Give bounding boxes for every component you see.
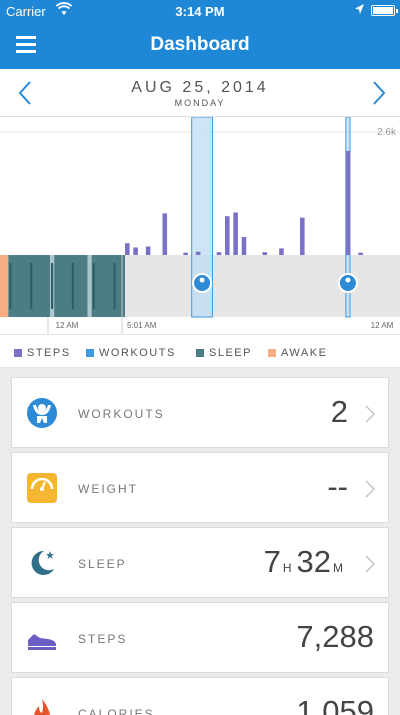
steps-bar-8 [233, 212, 238, 255]
sleep-segment-4 [87, 255, 92, 317]
location-arrow-icon [354, 3, 365, 18]
deep-sleep-stripe-12 [51, 263, 54, 309]
deep-sleep-stripe-7 [30, 263, 33, 309]
steps-bar-6 [216, 252, 222, 255]
weight-value: -- [327, 469, 348, 504]
weight-card[interactable]: WEIGHT -- [11, 452, 389, 523]
sleep-segment-3 [54, 255, 88, 317]
sleep-segment-5 [91, 255, 125, 317]
sleep-hours-unit: H [282, 561, 293, 575]
workouts-value: 2 [330, 394, 348, 429]
workout-marker-icon-1 [337, 273, 358, 293]
steps-bar-1 [133, 247, 138, 255]
x-tick-label-0: 12 AM [56, 321, 79, 330]
sleep-segment-1 [8, 255, 51, 317]
deep-sleep-stripe-17 [71, 263, 74, 309]
steps-bar-14 [358, 252, 363, 255]
y-max-label: 2.6k [377, 127, 397, 138]
sneaker-icon [28, 634, 56, 650]
workout-marker-head-1 [345, 277, 351, 283]
legend-awake: AWAKE [268, 347, 327, 359]
weight-scale-icon [27, 473, 57, 503]
steps-bar-7 [225, 216, 230, 255]
steps-card[interactable]: STEPS 7,288 [11, 602, 389, 673]
date-label: AUG 25, 2014 [131, 79, 269, 96]
battery-icon [371, 5, 398, 16]
steps-bar-2 [145, 246, 151, 255]
steps-bar-12 [300, 217, 305, 255]
top-bar: Carrier 3:14 PM Dashboard [0, 0, 400, 69]
sleep-minutes: 32 [296, 544, 331, 579]
steps-bar-3 [162, 213, 168, 255]
deep-sleep-stripe-2 [9, 263, 12, 309]
steps-bar-11 [279, 248, 284, 255]
chevron-right-icon [365, 555, 376, 573]
weight-label: WEIGHT [78, 482, 138, 496]
sleep-segment-0 [0, 255, 9, 317]
steps-bar-4 [183, 252, 188, 255]
sleep-label: SLEEP [78, 557, 127, 571]
sleep-value: 7 H 32 M [264, 544, 348, 580]
steps-bar-13 [345, 150, 351, 255]
steps-value: 7,288 [296, 619, 374, 654]
chart-legend: STEPS WORKOUTS SLEEP AWAKE [0, 334, 400, 368]
calories-value: 1,059 [296, 694, 374, 715]
legend-sleep: SLEEP [196, 347, 252, 359]
deep-sleep-stripe-22 [92, 263, 95, 309]
steps-label: STEPS [78, 632, 128, 646]
page-title: Dashboard [150, 34, 250, 55]
chevron-right-icon [365, 405, 376, 423]
sleep-hours: 7 [263, 544, 281, 579]
workout-marker-icon-0 [192, 273, 213, 293]
x-tick-label-1: 5:01 AM [127, 321, 157, 330]
steps-bar-5 [195, 251, 201, 255]
weekday-label: MONDAY [174, 98, 226, 108]
deep-sleep-stripe-27 [113, 263, 116, 309]
sleep-card[interactable]: SLEEP 7 H 32 M [11, 527, 389, 598]
steps-bar-9 [241, 237, 247, 255]
steps-bar-0 [125, 243, 130, 255]
steps-bar-10 [262, 252, 268, 255]
activity-chart[interactable]: 2.6k 12 AM 5:01 AM 12 AM [0, 117, 400, 334]
x-tick-label-2: 12 AM [371, 321, 394, 330]
workout-marker-head-0 [199, 277, 205, 283]
flame-icon [34, 699, 50, 715]
sleep-minutes-unit: M [333, 561, 344, 575]
status-time: 3:14 PM [175, 4, 225, 19]
moon-star-icon [31, 550, 54, 575]
workout-person-icon [27, 398, 57, 428]
legend-steps: STEPS [14, 347, 71, 359]
workouts-label: WORKOUTS [78, 407, 165, 421]
calories-card[interactable]: CALORIES 1,059 [11, 677, 389, 715]
calories-label: CALORIES [78, 707, 155, 715]
chevron-right-icon [365, 480, 376, 498]
workouts-card[interactable]: WORKOUTS 2 [11, 377, 389, 448]
status-bar: Carrier 3:14 PM [0, 0, 400, 22]
next-day-arrow-icon[interactable] [366, 79, 390, 107]
legend-workouts: WORKOUTS [86, 347, 176, 359]
date-header: AUG 25, 2014 MONDAY [0, 69, 400, 117]
